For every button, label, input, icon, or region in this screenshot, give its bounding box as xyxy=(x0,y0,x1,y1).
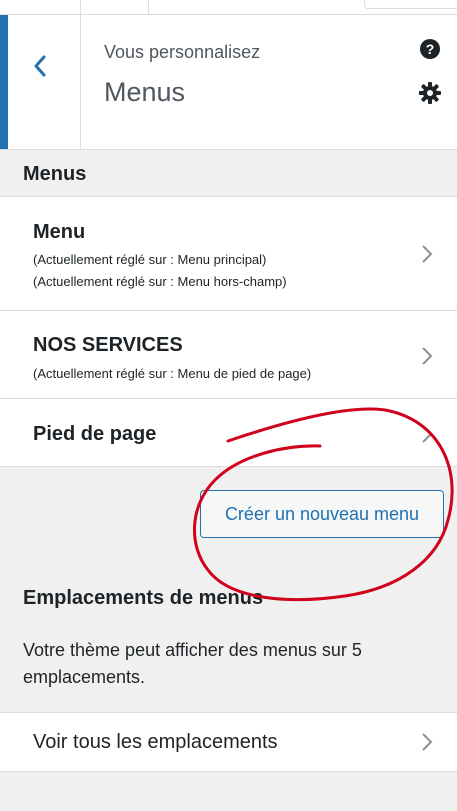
menu-item-location: (Actuellement réglé sur : Menu hors-cham… xyxy=(33,274,287,289)
chevron-right-icon xyxy=(422,245,433,263)
toolbar-divider xyxy=(80,0,81,14)
view-all-locations-label: Voir tous les emplacements xyxy=(33,731,278,753)
chevron-right-icon xyxy=(422,733,433,751)
menu-item-pied-de-page[interactable]: Pied de page xyxy=(0,398,457,467)
menu-item-location: (Actuellement réglé sur : Menu de pied d… xyxy=(33,366,312,381)
svg-text:?: ? xyxy=(426,41,435,57)
toolbar-button-edge[interactable] xyxy=(364,0,457,9)
menu-item-name: Pied de page xyxy=(33,423,157,445)
chevron-right-icon xyxy=(422,425,433,443)
chevron-left-icon xyxy=(34,55,46,77)
create-new-menu-button[interactable]: Créer un nouveau menu xyxy=(200,490,444,538)
customizing-label: Vous personnalisez xyxy=(104,42,261,62)
menu-locations-title: Emplacements de menus xyxy=(23,587,264,609)
gear-icon[interactable] xyxy=(419,82,441,104)
menu-item-menu[interactable]: Menu (Actuellement réglé sur : Menu prin… xyxy=(0,196,457,311)
menu-item-name: NOS SERVICES xyxy=(33,334,183,356)
chevron-right-icon xyxy=(422,347,433,365)
menu-item-location: (Actuellement réglé sur : Menu principal… xyxy=(33,252,267,267)
help-icon[interactable]: ? xyxy=(419,38,441,60)
active-indicator-bar xyxy=(0,15,8,149)
section-title: Menus xyxy=(23,163,87,185)
toolbar-divider xyxy=(148,0,149,14)
top-toolbar-strip xyxy=(0,0,457,15)
page-title: Menus xyxy=(104,77,186,107)
view-all-locations-item[interactable]: Voir tous les emplacements xyxy=(0,712,457,772)
menu-item-name: Menu xyxy=(33,221,86,243)
customizer-header: Vous personnalisez Menus ? xyxy=(0,15,457,150)
menu-locations-description: Votre thème peut afficher des menus sur … xyxy=(23,640,362,687)
menu-item-nos-services[interactable]: NOS SERVICES (Actuellement réglé sur : M… xyxy=(0,310,457,399)
back-button[interactable] xyxy=(0,15,81,149)
